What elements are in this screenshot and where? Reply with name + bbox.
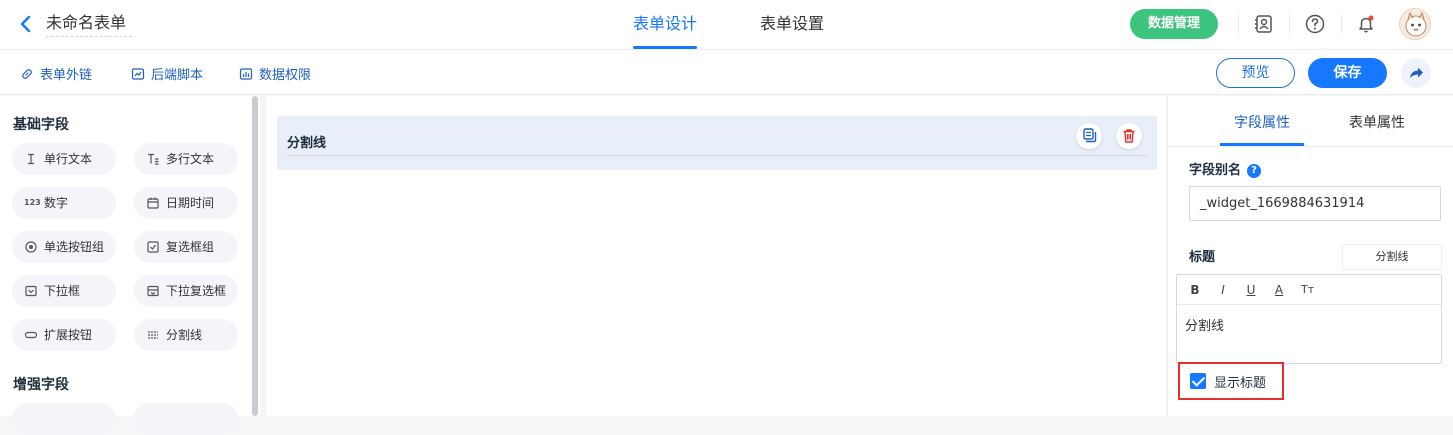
field-multi-line-text[interactable]: 多行文本 [134,143,238,175]
field-palette: 基础字段 单行文本 多行文本 123 数字 日期时间 单选按钮组 复选框组 下拉… [0,96,260,435]
text-cursor-icon [24,152,38,166]
underline-button[interactable]: U [1245,283,1257,297]
field-label: 数字 [44,196,69,210]
title-preview-tag[interactable]: 分割线 [1342,244,1442,270]
data-permission-label: 数据权限 [259,68,312,83]
field-alias-text: 字段别名 [1189,163,1242,178]
user-avatar[interactable] [1399,8,1431,40]
show-title-label: 显示标题 [1214,375,1267,391]
field-label: 日期时间 [166,196,215,210]
divider-widget-label: 分割线 [287,136,327,151]
title-label: 标题 [1189,250,1216,265]
rte-content[interactable]: 分割线 [1177,305,1441,344]
field-single-line-text[interactable]: 单行文本 [12,143,116,175]
copy-widget-button[interactable] [1076,123,1102,149]
bar-chart-icon [239,67,253,80]
save-button[interactable]: 保存 [1308,58,1387,88]
action-bar: 表单外链 后端脚本 数据权限 预览 保存 [0,50,1453,95]
rte-toolbar: B I U A Tт [1177,275,1441,305]
divider [1341,15,1342,33]
share-arrow-icon [1410,67,1423,78]
bell-icon[interactable] [1355,13,1377,35]
tab-form-design[interactable]: 表单设计 [633,0,698,50]
share-button[interactable] [1401,58,1431,88]
tab-field-properties[interactable]: 字段属性 [1220,96,1304,146]
tab-form-settings[interactable]: 表单设置 [760,0,824,50]
form-external-link-button[interactable]: 表单外链 [20,64,92,83]
field-label: 单行文本 [44,152,93,166]
field-label: 多行文本 [166,152,215,166]
field-enhanced-partial[interactable] [134,403,238,435]
field-enhanced-partial[interactable] [12,403,116,435]
field-alias-label: 字段别名? [1189,159,1262,178]
field-label: 分割线 [166,328,203,342]
checkbox-checked-icon[interactable] [1190,373,1206,389]
field-divider[interactable]: 分割线 [134,319,238,351]
title-rich-text-editor[interactable]: B I U A Tт 分割线 [1176,274,1442,364]
help-icon[interactable] [1304,13,1326,35]
dropdown-multi-icon [146,284,160,298]
number-icon: 123 [24,198,41,207]
font-color-button[interactable]: A [1273,283,1285,297]
divider [1238,15,1239,33]
tab-form-properties[interactable]: 表单属性 [1349,96,1405,146]
preview-button[interactable]: 预览 [1216,58,1295,88]
data-permission-button[interactable]: 数据权限 [239,64,311,83]
top-bar: 未命名表单 表单设计 表单设置 数据管理 [0,0,1453,50]
basic-fields-title: 基础字段 [13,117,69,133]
dropdown-icon [24,284,38,298]
back-arrow-icon[interactable] [14,12,38,36]
checkbox-icon [146,240,160,254]
font-size-button[interactable]: Tт [1301,283,1314,296]
script-icon [131,67,145,80]
radio-icon [24,240,38,254]
field-checkbox-group[interactable]: 复选框组 [134,231,238,263]
divider-icon [146,328,160,342]
field-dropdown[interactable]: 下拉框 [12,275,116,307]
copy-icon [1083,128,1097,143]
field-label: 复选框组 [166,240,215,254]
show-title-checkbox[interactable]: 显示标题 [1178,362,1284,400]
enhanced-fields-title: 增强字段 [13,377,69,393]
bold-button[interactable]: B [1189,283,1201,297]
field-label: 扩展按钮 [44,328,93,342]
field-alias-input[interactable]: _widget_1669884631914 [1189,186,1441,221]
cat-avatar-icon [1400,9,1430,39]
calendar-icon [146,196,160,210]
delete-widget-button[interactable] [1116,123,1142,149]
field-label: 单选按钮组 [44,240,105,254]
field-date-time[interactable]: 日期时间 [134,187,238,219]
trash-icon [1123,129,1135,143]
divider [1168,146,1453,147]
field-dropdown-multi[interactable]: 下拉复选框 [134,275,238,307]
palette-scrollbar[interactable] [252,96,258,416]
backend-script-button[interactable]: 后端脚本 [131,64,203,83]
divider [1289,15,1290,33]
field-number[interactable]: 123 数字 [12,187,116,219]
backend-script-label: 后端脚本 [151,68,204,83]
italic-button[interactable]: I [1217,283,1229,297]
link-icon [22,68,32,79]
multiline-text-icon [146,152,160,166]
field-extend-button[interactable]: 扩展按钮 [12,319,116,351]
contact-card-icon[interactable] [1253,13,1275,35]
help-icon[interactable]: ? [1247,164,1262,178]
field-label: 下拉复选框 [166,284,227,298]
field-radio-group[interactable]: 单选按钮组 [12,231,116,263]
form-name-input[interactable]: 未命名表单 [46,12,133,37]
properties-panel: 字段属性 表单属性 字段别名? _widget_1669884631914 标题… [1167,96,1453,416]
data-manage-button[interactable]: 数据管理 [1130,9,1218,39]
divider-widget-line [287,155,1147,156]
divider-widget-selected[interactable]: 分割线 [277,116,1157,170]
form-external-link-label: 表单外链 [40,68,93,83]
field-label: 下拉框 [44,284,81,298]
button-icon [24,328,38,342]
